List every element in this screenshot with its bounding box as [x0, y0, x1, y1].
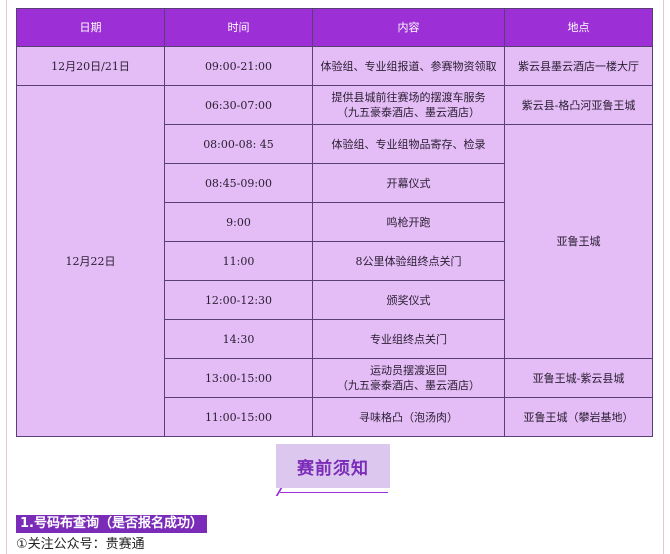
time-cell: 12:00-12:30 [164, 280, 313, 320]
header-time: 时间 [164, 8, 313, 47]
location-cell: 紫云县墨云酒店一楼大厅 [504, 46, 653, 86]
time-cell: 14:30 [164, 319, 313, 359]
section-underline [280, 492, 388, 493]
content-line-1: 运动员摆渡返回 [370, 364, 447, 377]
schedule-table: 日期 时间 内容 地点 12月20日/21日 09:00-21:00 体验组、专… [16, 8, 653, 437]
time-cell: 11:00 [164, 241, 313, 281]
content-cell: 8公里体验组终点关门 [312, 241, 505, 281]
content-line-2: （九五豪泰酒店、墨云酒店） [337, 379, 480, 392]
content-cell: 开幕仪式 [312, 163, 505, 203]
time-cell: 13:00-15:00 [164, 358, 313, 398]
date-cell: 12月20日/21日 [16, 46, 165, 86]
time-cell: 08:00-08: 45 [164, 124, 313, 164]
section-title: 赛前须知 [276, 444, 390, 488]
subsection-heading: 1.号码布查询（是否报名成功） [16, 515, 207, 533]
content-cell: 体验组、专业组物品寄存、检录 [312, 124, 505, 164]
table-row: 12月22日 06:30-07:00 提供县城前往赛场的摆渡车服务 （九五豪泰酒… [16, 85, 653, 437]
header-content: 内容 [312, 8, 505, 47]
location-cell: 亚鲁王城-紫云县城 [504, 358, 653, 398]
time-cell: 08:45-09:00 [164, 163, 313, 203]
content-cell: 专业组终点关门 [312, 319, 505, 359]
step-1-text: ①关注公众号：贵赛通 [16, 537, 145, 552]
content-cell: 寻味格凸（泡汤肉） [312, 397, 505, 437]
location-cell: 亚鲁王城（攀岩基地） [504, 397, 653, 437]
date-cell: 12月22日 [16, 85, 165, 437]
content-cell: 颁奖仪式 [312, 280, 505, 320]
location-cell: 亚鲁王城 [504, 124, 653, 359]
content-cell: 体验组、专业组报道、参赛物资领取 [312, 46, 505, 86]
section-heading: 赛前须知 [275, 444, 392, 496]
content-line-1: 提供县城前往赛场的摆渡车服务 [331, 91, 486, 104]
header-date: 日期 [16, 8, 165, 47]
time-cell: 09:00-21:00 [164, 46, 313, 86]
time-cell: 06:30-07:00 [164, 85, 313, 125]
table-header-row: 日期 时间 内容 地点 [16, 8, 653, 47]
content-cell: 提供县城前往赛场的摆渡车服务 （九五豪泰酒店、墨云酒店） [312, 85, 505, 125]
content-cell: 鸣枪开跑 [312, 202, 505, 242]
header-location: 地点 [504, 8, 653, 47]
time-cell: 9:00 [164, 202, 313, 242]
time-cell: 11:00-15:00 [164, 397, 313, 437]
content-line-2: （九五豪泰酒店、墨云酒店） [337, 106, 480, 119]
content-cell: 运动员摆渡返回 （九五豪泰酒店、墨云酒店） [312, 358, 505, 398]
location-cell: 紫云县-格凸河亚鲁王城 [504, 85, 653, 125]
table-row: 12月20日/21日 09:00-21:00 体验组、专业组报道、参赛物资领取 … [16, 46, 653, 86]
